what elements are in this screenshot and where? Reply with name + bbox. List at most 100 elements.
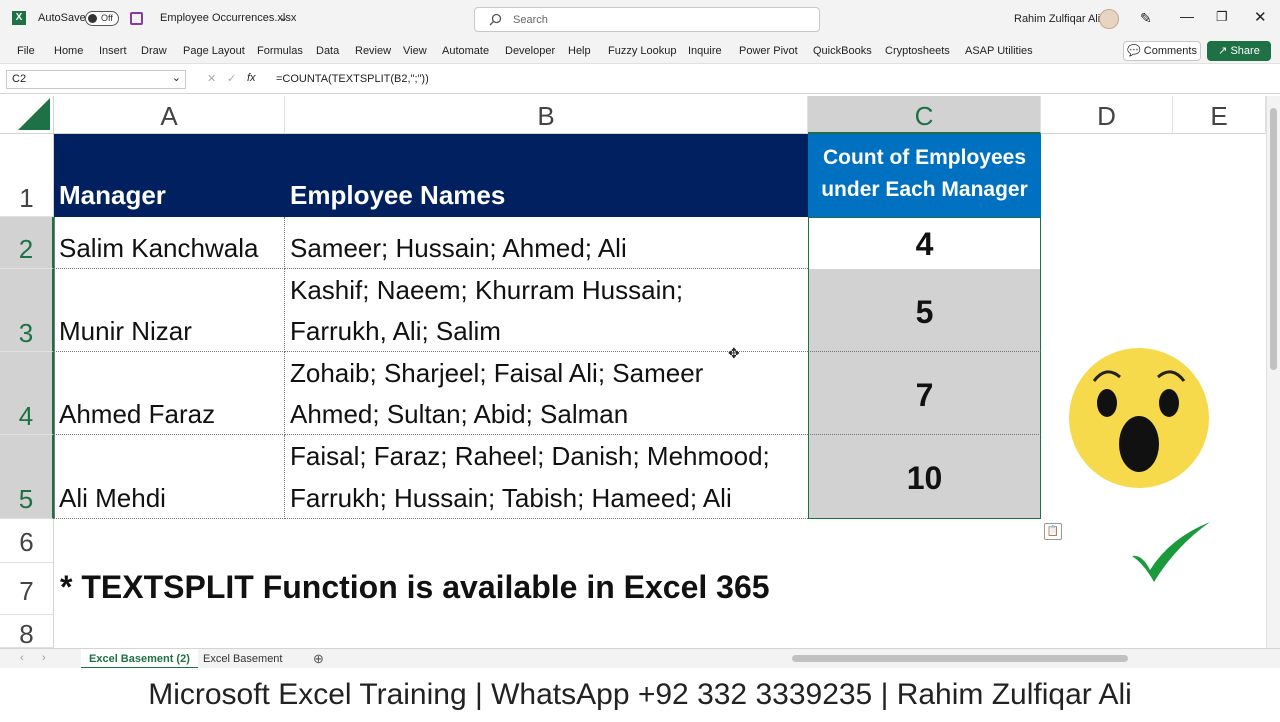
tab-automate[interactable]: Automate bbox=[442, 45, 489, 57]
ribbon-tabs: File Home Insert Draw Page Layout Formul… bbox=[0, 38, 1280, 64]
row-header-4[interactable]: 4 bbox=[0, 352, 54, 435]
row-header-5[interactable]: 5 bbox=[0, 435, 54, 519]
row-header-8[interactable]: 8 bbox=[0, 615, 54, 649]
tab-draw[interactable]: Draw bbox=[141, 45, 167, 57]
column-header-a[interactable]: A bbox=[54, 96, 285, 134]
cell-b4[interactable]: Zohaib; Sharjeel; Faisal Ali; Sameer Ahm… bbox=[285, 352, 808, 435]
employee-names-line2: Farrukh, Ali; Salim bbox=[290, 316, 501, 346]
tab-data[interactable]: Data bbox=[316, 45, 339, 57]
autosave-toggle[interactable]: Off bbox=[85, 11, 119, 26]
select-all-corner[interactable] bbox=[0, 96, 54, 134]
scroll-thumb[interactable] bbox=[1270, 108, 1277, 370]
tab-insert[interactable]: Insert bbox=[99, 45, 127, 57]
avatar[interactable] bbox=[1099, 9, 1119, 29]
tab-asap-utilities[interactable]: ASAP Utilities bbox=[965, 45, 1033, 57]
cell-c5[interactable]: 10 bbox=[808, 435, 1041, 519]
autosave-label: AutoSave bbox=[38, 12, 86, 24]
tab-formulas[interactable]: Formulas bbox=[257, 45, 303, 57]
search-box[interactable]: Search bbox=[474, 7, 820, 32]
header-cell-employees[interactable]: Employee Names bbox=[285, 134, 808, 217]
employee-count: 5 bbox=[915, 294, 934, 330]
search-icon bbox=[489, 13, 502, 26]
cell-b3[interactable]: Kashif; Naeem; Khurram Hussain; Farrukh,… bbox=[285, 269, 808, 352]
tab-home[interactable]: Home bbox=[54, 45, 83, 57]
excel-logo-icon[interactable]: X bbox=[12, 11, 26, 25]
header-cell-count[interactable]: Count of Employees under Each Manager bbox=[808, 134, 1041, 217]
tab-power-pivot[interactable]: Power Pivot bbox=[739, 45, 798, 57]
cell-a2[interactable]: Salim Kanchwala bbox=[54, 217, 285, 269]
comments-button[interactable]: 💬 Comments bbox=[1123, 41, 1201, 61]
autosave-state: Off bbox=[101, 13, 113, 23]
prev-sheet-icon[interactable]: ‹ bbox=[20, 652, 24, 664]
tab-quickbooks[interactable]: QuickBooks bbox=[813, 45, 872, 57]
tab-developer[interactable]: Developer bbox=[505, 45, 555, 57]
add-sheet-icon[interactable]: ⊕ bbox=[313, 651, 324, 667]
next-sheet-icon[interactable]: › bbox=[42, 652, 46, 664]
hscroll-thumb[interactable] bbox=[792, 655, 1128, 662]
fx-label[interactable]: fx bbox=[247, 72, 256, 84]
manager-name: Munir Nizar bbox=[59, 316, 192, 346]
column-header-d[interactable]: D bbox=[1041, 96, 1173, 134]
share-button[interactable]: ↗ Share bbox=[1207, 41, 1271, 61]
tab-review[interactable]: Review bbox=[355, 45, 391, 57]
share-label: Share bbox=[1230, 45, 1260, 57]
select-all-triangle-icon bbox=[18, 98, 50, 130]
count-header-line1: Count of Employees bbox=[822, 146, 1027, 169]
sheet-tab-excel-basement-2[interactable]: Excel Basement (2) bbox=[81, 649, 198, 669]
name-box-value: C2 bbox=[12, 73, 27, 85]
employee-names-line1: Zohaib; Sharjeel; Faisal Ali; Sameer bbox=[290, 358, 704, 388]
horizontal-scrollbar[interactable] bbox=[784, 654, 1254, 664]
cell-a5[interactable]: Ali Mehdi bbox=[54, 435, 285, 519]
cell-a3[interactable]: Munir Nizar bbox=[54, 269, 285, 352]
minimize-icon[interactable]: — bbox=[1180, 8, 1194, 24]
pen-icon[interactable]: ✎ bbox=[1140, 10, 1152, 27]
tab-view[interactable]: View bbox=[403, 45, 427, 57]
cancel-icon[interactable]: ✕ bbox=[207, 72, 216, 85]
tab-fuzzy-lookup[interactable]: Fuzzy Lookup bbox=[608, 45, 676, 57]
cell-c4[interactable]: 7 bbox=[808, 352, 1041, 435]
header-cell-manager[interactable]: Manager bbox=[54, 134, 285, 217]
formula-input[interactable]: =COUNTA(TEXTSPLIT(B2,";")) bbox=[276, 73, 429, 85]
manager-name: Ali Mehdi bbox=[59, 483, 166, 513]
manager-name: Salim Kanchwala bbox=[59, 233, 259, 263]
row-header-6[interactable]: 6 bbox=[0, 519, 54, 563]
cell-b5[interactable]: Faisal; Faraz; Raheel; Danish; Mehmood; … bbox=[285, 435, 808, 519]
row-header-7[interactable]: 7 bbox=[0, 563, 54, 615]
employee-count: 4 bbox=[915, 226, 934, 262]
manager-header: Manager bbox=[59, 180, 166, 210]
cell-a4[interactable]: Ahmed Faraz bbox=[54, 352, 285, 435]
cell-a7[interactable]: * TEXTSPLIT Function is available in Exc… bbox=[54, 563, 954, 615]
tab-help[interactable]: Help bbox=[568, 45, 591, 57]
row-header-2[interactable]: 2 bbox=[0, 217, 54, 269]
manager-name: Ahmed Faraz bbox=[59, 399, 216, 429]
paste-options-icon[interactable]: 📋 bbox=[1044, 523, 1062, 540]
enter-icon[interactable]: ✓ bbox=[227, 72, 236, 85]
employee-names-line1: Faisal; Faraz; Raheel; Danish; Mehmood; bbox=[290, 441, 770, 471]
sheet-tab-excel-basement[interactable]: Excel Basement bbox=[195, 649, 290, 669]
cell-c3[interactable]: 5 bbox=[808, 269, 1041, 352]
chevron-down-icon[interactable]: ⌄ bbox=[172, 70, 181, 87]
file-name[interactable]: Employee Occurrences.xlsx bbox=[160, 12, 296, 24]
checkmark-icon bbox=[1132, 522, 1210, 582]
close-icon[interactable]: ✕ bbox=[1254, 8, 1267, 26]
tab-page-layout[interactable]: Page Layout bbox=[183, 45, 245, 57]
row-header-1[interactable]: 1 bbox=[0, 134, 54, 217]
column-header-c[interactable]: C bbox=[808, 96, 1041, 134]
restore-icon[interactable]: ❐ bbox=[1216, 9, 1228, 25]
toggle-knob bbox=[88, 14, 97, 23]
save-icon[interactable] bbox=[130, 12, 143, 25]
tab-inquire[interactable]: Inquire bbox=[688, 45, 722, 57]
user-name[interactable]: Rahim Zulfiqar Ali bbox=[1014, 13, 1100, 25]
tab-file[interactable]: File bbox=[17, 45, 35, 57]
chevron-down-icon[interactable]: ⌄ bbox=[279, 11, 288, 24]
tab-cryptosheets[interactable]: Cryptosheets bbox=[885, 45, 950, 57]
comments-label: Comments bbox=[1143, 45, 1197, 57]
column-header-e[interactable]: E bbox=[1173, 96, 1266, 134]
name-box[interactable]: C2 ⌄ bbox=[6, 70, 186, 89]
vertical-scrollbar[interactable] bbox=[1266, 96, 1280, 648]
column-header-b[interactable]: B bbox=[285, 96, 808, 134]
row-header-3[interactable]: 3 bbox=[0, 269, 54, 352]
cell-c2[interactable]: 4 bbox=[808, 217, 1041, 269]
employee-names-line2: Farrukh; Hussain; Tabish; Hameed; Ali bbox=[290, 483, 732, 513]
cell-b2[interactable]: Sameer; Hussain; Ahmed; Ali bbox=[285, 217, 808, 269]
